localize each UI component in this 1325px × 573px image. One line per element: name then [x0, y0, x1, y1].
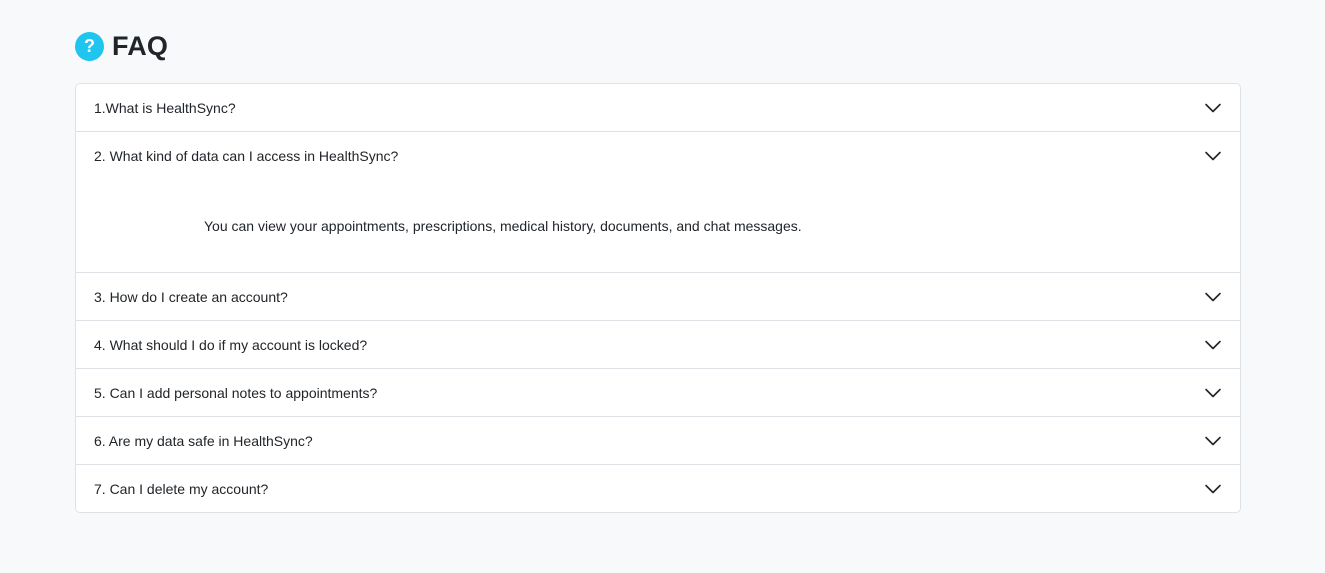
- faq-answer: You can view your appointments, prescrip…: [204, 218, 802, 234]
- page-header: ? FAQ: [75, 31, 168, 61]
- chevron-down-icon: [1205, 436, 1221, 445]
- faq-question: 3. How do I create an account?: [94, 288, 288, 305]
- question-circle-icon: ?: [75, 31, 104, 61]
- faq-item-5: 5. Can I add personal notes to appointme…: [76, 368, 1240, 416]
- faq-item-1: 1.What is HealthSync?: [76, 84, 1240, 131]
- faq-toggle-1[interactable]: 1.What is HealthSync?: [76, 84, 1240, 131]
- faq-accordion: 1.What is HealthSync? 2. What kind of da…: [75, 83, 1241, 513]
- faq-question: 6. Are my data safe in HealthSync?: [94, 432, 313, 449]
- faq-item-4: 4. What should I do if my account is loc…: [76, 320, 1240, 368]
- faq-question: 5. Can I add personal notes to appointme…: [94, 384, 378, 401]
- faq-item-6: 6. Are my data safe in HealthSync?: [76, 416, 1240, 464]
- faq-toggle-6[interactable]: 6. Are my data safe in HealthSync?: [76, 417, 1240, 464]
- page-title: FAQ: [112, 30, 169, 61]
- chevron-down-icon: [1205, 340, 1221, 349]
- chevron-down-icon: [1205, 151, 1221, 160]
- faq-toggle-3[interactable]: 3. How do I create an account?: [76, 273, 1240, 320]
- faq-toggle-2[interactable]: 2. What kind of data can I access in Hea…: [76, 132, 1240, 179]
- faq-item-7: 7. Can I delete my account?: [76, 464, 1240, 512]
- faq-toggle-4[interactable]: 4. What should I do if my account is loc…: [76, 321, 1240, 368]
- faq-question: 2. What kind of data can I access in Hea…: [94, 147, 399, 164]
- faq-question: 7. Can I delete my account?: [94, 480, 269, 497]
- chevron-down-icon: [1205, 388, 1221, 397]
- faq-question: 4. What should I do if my account is loc…: [94, 336, 368, 353]
- chevron-down-icon: [1205, 292, 1221, 301]
- chevron-down-icon: [1205, 484, 1221, 493]
- faq-question: 1.What is HealthSync?: [94, 99, 236, 116]
- faq-answer-panel: You can view your appointments, prescrip…: [76, 179, 1240, 272]
- chevron-down-icon: [1205, 103, 1221, 112]
- faq-toggle-5[interactable]: 5. Can I add personal notes to appointme…: [76, 369, 1240, 416]
- faq-item-3: 3. How do I create an account?: [76, 272, 1240, 320]
- faq-item-2: 2. What kind of data can I access in Hea…: [76, 131, 1240, 272]
- faq-toggle-7[interactable]: 7. Can I delete my account?: [76, 465, 1240, 512]
